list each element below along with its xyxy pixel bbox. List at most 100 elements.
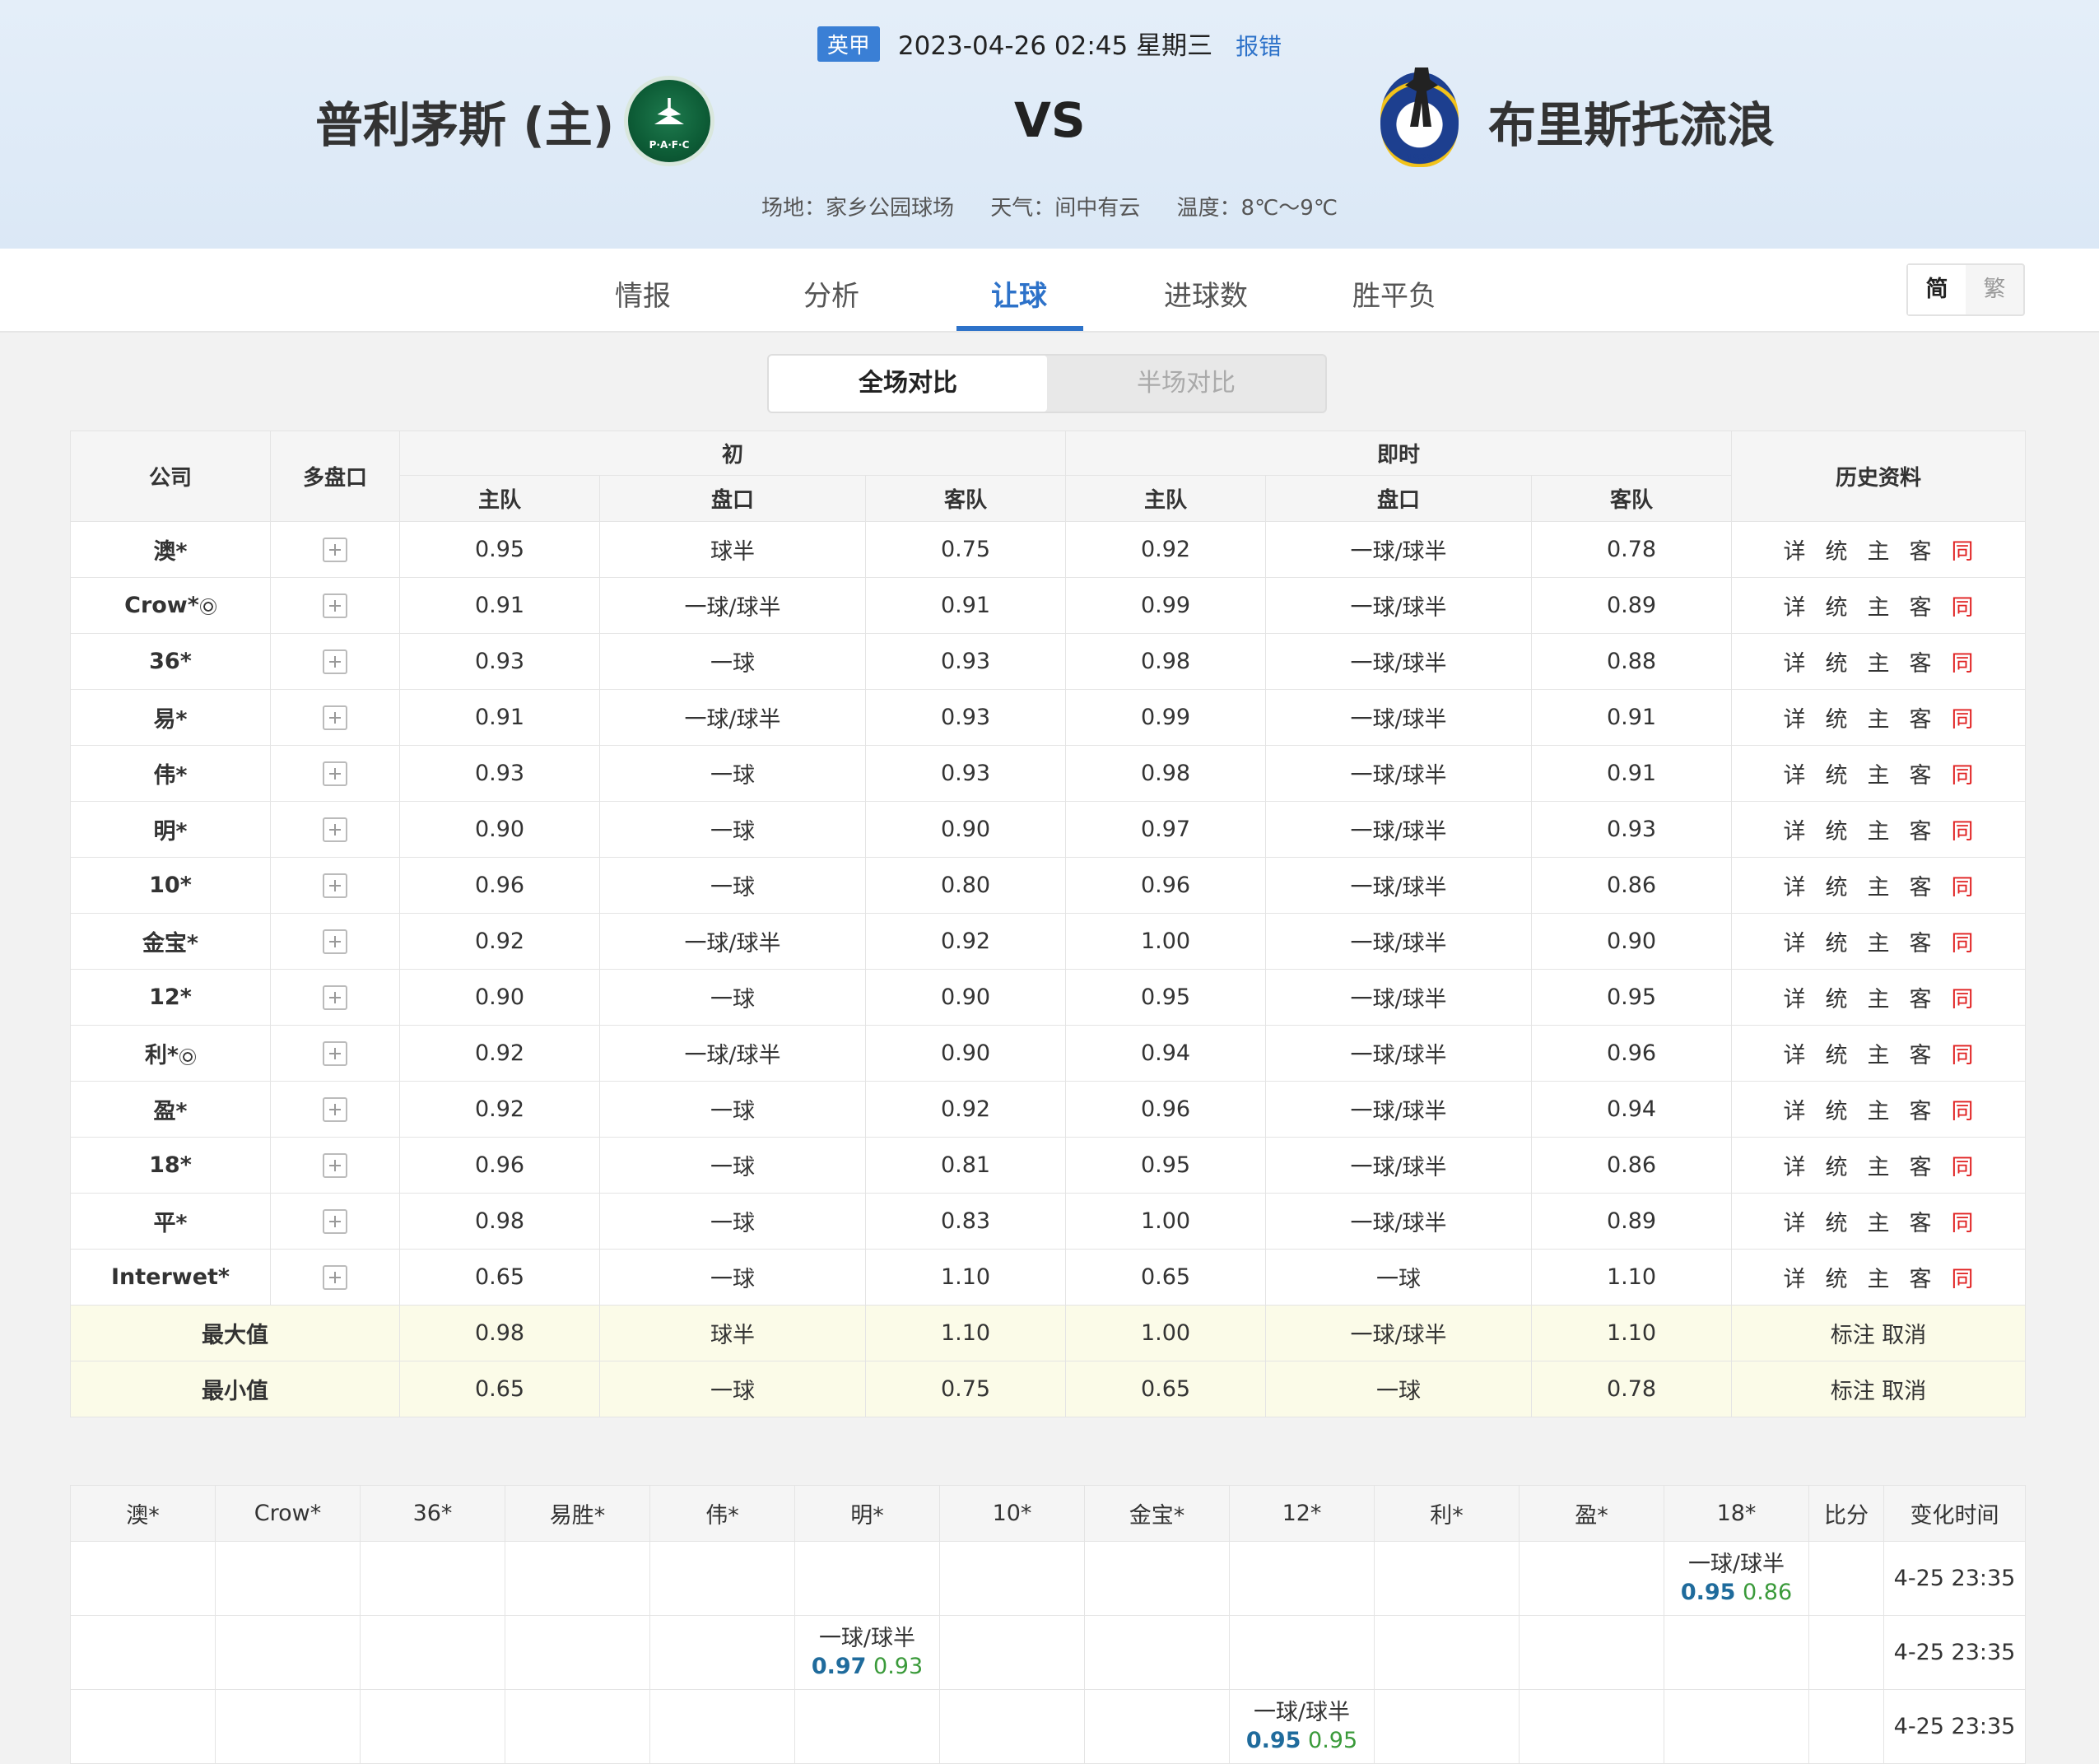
history-away-link[interactable]: 客 xyxy=(1910,1211,1932,1236)
history-away-link[interactable]: 客 xyxy=(1910,875,1932,901)
expand-plus-icon[interactable] xyxy=(323,705,347,731)
history-home-link[interactable]: 主 xyxy=(1868,1099,1890,1124)
history-stats-link[interactable]: 统 xyxy=(1826,1267,1848,1292)
history-same-link[interactable]: 同 xyxy=(1952,539,1974,565)
home-team-name[interactable]: 普利茅斯 (主) xyxy=(315,86,614,156)
expand-plus-icon[interactable] xyxy=(323,1041,347,1067)
expand-plus-icon[interactable] xyxy=(323,929,347,955)
history-home-link[interactable]: 主 xyxy=(1868,763,1890,789)
lang-simplified-button[interactable]: 简 xyxy=(1908,265,1966,314)
company-name[interactable]: 澳* xyxy=(153,539,187,565)
lang-traditional-button[interactable]: 繁 xyxy=(1966,265,2023,314)
half-match-button[interactable]: 半场对比 xyxy=(1047,356,1325,412)
company-cell[interactable]: 明* xyxy=(70,801,271,858)
expand-plus-icon[interactable] xyxy=(323,1153,347,1179)
expand-plus-icon[interactable] xyxy=(323,1209,347,1235)
expand-plus-icon[interactable] xyxy=(323,817,347,843)
history-stats-link[interactable]: 统 xyxy=(1826,595,1848,621)
company-name[interactable]: 易* xyxy=(153,707,187,733)
tab-analysis[interactable]: 分析 xyxy=(803,273,859,314)
history-away-link[interactable]: 客 xyxy=(1910,539,1932,565)
company-cell[interactable]: 36* xyxy=(70,633,271,690)
history-same-link[interactable]: 同 xyxy=(1952,1211,1974,1236)
history-away-link[interactable]: 客 xyxy=(1910,987,1932,1012)
history-home-link[interactable]: 主 xyxy=(1868,539,1890,565)
history-home-link[interactable]: 主 xyxy=(1868,1267,1890,1292)
mark-cancel-action[interactable]: 标注 取消 xyxy=(1731,1361,2027,1417)
history-home-link[interactable]: 主 xyxy=(1868,1043,1890,1068)
company-cell[interactable]: 平* xyxy=(70,1193,271,1250)
company-cell[interactable]: Crow* xyxy=(70,577,271,634)
company-cell[interactable]: Interwet* xyxy=(70,1249,271,1306)
full-match-button[interactable]: 全场对比 xyxy=(769,356,1047,412)
history-detail-link[interactable]: 详 xyxy=(1784,875,1806,901)
tab-handicap[interactable]: 让球 xyxy=(991,273,1047,314)
history-detail-link[interactable]: 详 xyxy=(1784,819,1806,845)
expand-plus-icon[interactable] xyxy=(323,538,347,563)
company-name[interactable]: 明* xyxy=(153,819,187,845)
history-same-link[interactable]: 同 xyxy=(1952,987,1974,1012)
history-detail-link[interactable]: 详 xyxy=(1784,1043,1806,1068)
history-stats-link[interactable]: 统 xyxy=(1826,539,1848,565)
company-name[interactable]: 利* xyxy=(145,1043,179,1068)
history-detail-link[interactable]: 详 xyxy=(1784,1267,1806,1292)
history-stats-link[interactable]: 统 xyxy=(1826,651,1848,677)
history-home-link[interactable]: 主 xyxy=(1868,987,1890,1012)
history-detail-link[interactable]: 详 xyxy=(1784,1155,1806,1180)
company-name[interactable]: 盈* xyxy=(153,1099,187,1124)
history-stats-link[interactable]: 统 xyxy=(1826,931,1848,956)
history-same-link[interactable]: 同 xyxy=(1952,1155,1974,1180)
history-same-link[interactable]: 同 xyxy=(1952,763,1974,789)
history-home-link[interactable]: 主 xyxy=(1868,651,1890,677)
company-cell[interactable]: 金宝* xyxy=(70,913,271,970)
report-error-link[interactable]: 报错 xyxy=(1236,33,1282,60)
history-home-link[interactable]: 主 xyxy=(1868,931,1890,956)
history-same-link[interactable]: 同 xyxy=(1952,707,1974,733)
history-away-link[interactable]: 客 xyxy=(1910,595,1932,621)
history-same-link[interactable]: 同 xyxy=(1952,875,1974,901)
history-detail-link[interactable]: 详 xyxy=(1784,1099,1806,1124)
company-name[interactable]: 金宝* xyxy=(142,931,198,956)
history-away-link[interactable]: 客 xyxy=(1910,819,1932,845)
history-stats-link[interactable]: 统 xyxy=(1826,1099,1848,1124)
history-stats-link[interactable]: 统 xyxy=(1826,1043,1848,1068)
company-name[interactable]: 平* xyxy=(153,1211,187,1236)
company-cell[interactable]: 12* xyxy=(70,969,271,1026)
history-detail-link[interactable]: 详 xyxy=(1784,931,1806,956)
company-cell[interactable]: 澳* xyxy=(70,521,271,578)
company-cell[interactable]: 盈* xyxy=(70,1081,271,1138)
history-away-link[interactable]: 客 xyxy=(1910,1099,1932,1124)
expand-plus-icon[interactable] xyxy=(323,1097,347,1123)
history-detail-link[interactable]: 详 xyxy=(1784,595,1806,621)
history-detail-link[interactable]: 详 xyxy=(1784,987,1806,1012)
company-cell[interactable]: 易* xyxy=(70,689,271,746)
history-same-link[interactable]: 同 xyxy=(1952,595,1974,621)
company-name[interactable]: 伟* xyxy=(153,763,187,789)
history-home-link[interactable]: 主 xyxy=(1868,1155,1890,1180)
history-away-link[interactable]: 客 xyxy=(1910,1043,1932,1068)
history-same-link[interactable]: 同 xyxy=(1952,1099,1974,1124)
expand-plus-icon[interactable] xyxy=(323,985,347,1011)
history-same-link[interactable]: 同 xyxy=(1952,651,1974,677)
company-cell[interactable]: 利* xyxy=(70,1025,271,1082)
company-name[interactable]: Interwet* xyxy=(111,1264,230,1290)
history-same-link[interactable]: 同 xyxy=(1952,819,1974,845)
expand-plus-icon[interactable] xyxy=(323,593,347,619)
expand-plus-icon[interactable] xyxy=(323,761,347,787)
history-away-link[interactable]: 客 xyxy=(1910,707,1932,733)
tab-1x2[interactable]: 胜平负 xyxy=(1352,273,1436,314)
history-stats-link[interactable]: 统 xyxy=(1826,875,1848,901)
history-stats-link[interactable]: 统 xyxy=(1826,819,1848,845)
history-stats-link[interactable]: 统 xyxy=(1826,987,1848,1012)
company-name[interactable]: 36* xyxy=(149,649,192,674)
company-name[interactable]: 10* xyxy=(149,873,192,898)
history-home-link[interactable]: 主 xyxy=(1868,819,1890,845)
history-stats-link[interactable]: 统 xyxy=(1826,763,1848,789)
history-detail-link[interactable]: 详 xyxy=(1784,651,1806,677)
expand-plus-icon[interactable] xyxy=(323,1265,347,1291)
history-same-link[interactable]: 同 xyxy=(1952,1043,1974,1068)
expand-plus-icon[interactable] xyxy=(323,649,347,675)
company-cell[interactable]: 18* xyxy=(70,1137,271,1194)
away-team-name[interactable]: 布里斯托流浪 xyxy=(1488,86,1775,156)
history-away-link[interactable]: 客 xyxy=(1910,931,1932,956)
